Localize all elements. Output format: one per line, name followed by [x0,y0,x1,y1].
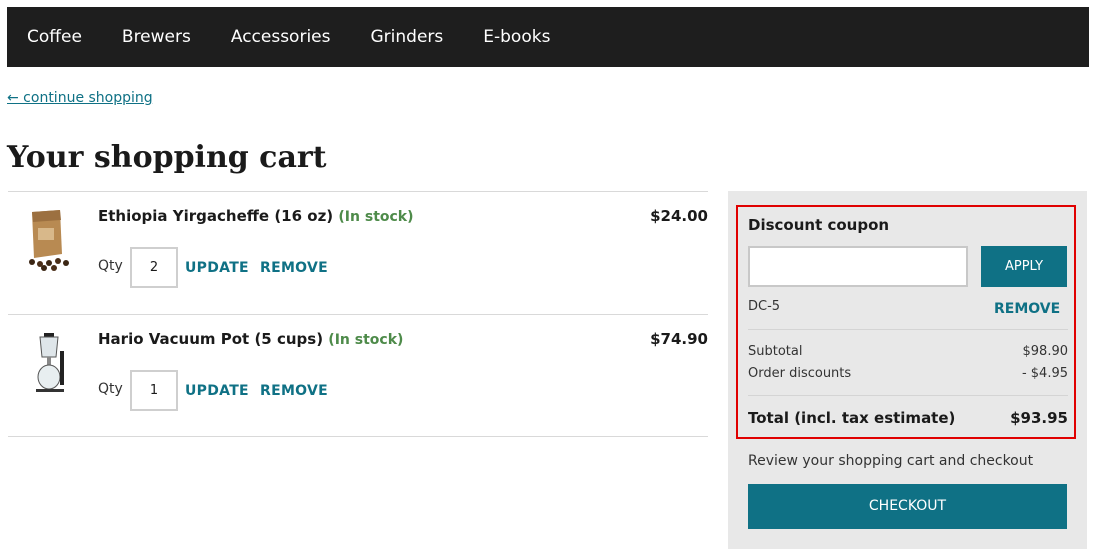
stock-status: (In stock) [338,209,414,225]
quantity-input[interactable]: 2 [130,247,178,288]
discount-value: - $4.95 [1021,366,1068,381]
page-title: Your shopping cart [7,140,327,175]
quantity-input[interactable]: 1 [130,370,178,411]
remove-button[interactable]: REMOVE [260,383,328,399]
update-button[interactable]: UPDATE [185,383,249,399]
cart-list: Ethiopia Yirgacheffe (16 oz) (In stock) … [8,191,708,437]
discount-label: Order discounts [748,366,852,381]
nav-item-accessories[interactable]: Accessories [231,27,331,47]
apply-coupon-button[interactable]: APPLY [981,246,1067,287]
nav-item-coffee[interactable]: Coffee [27,27,82,47]
coupon-summary-box: Discount coupon APPLY DC-5 REMOVE Subtot… [736,205,1076,439]
stock-status: (In stock) [328,332,404,348]
subtotal-row: Subtotal $98.90 [748,344,1068,359]
remove-coupon-button[interactable]: REMOVE [994,301,1060,317]
divider [748,329,1068,330]
vacuum-pot-icon [36,333,64,392]
nav-item-brewers[interactable]: Brewers [122,27,191,47]
checkout-button[interactable]: CHECKOUT [748,484,1067,529]
total-label: Total (incl. tax estimate) [748,409,956,427]
total-row: Total (incl. tax estimate) $93.95 [748,409,1068,427]
total-value: $93.95 [1010,409,1068,427]
applied-coupon-code: DC-5 [748,299,781,314]
cart-item: Ethiopia Yirgacheffe (16 oz) (In stock) … [8,191,708,314]
item-price: $74.90 [650,330,708,348]
nav-item-ebooks[interactable]: E-books [483,27,550,47]
review-text: Review your shopping cart and checkout [748,453,1034,469]
top-navigation: Coffee Brewers Accessories Grinders E-bo… [7,7,1089,67]
discount-row: Order discounts - $4.95 [748,366,1068,381]
item-price: $24.00 [650,207,708,225]
update-button[interactable]: UPDATE [185,260,249,276]
qty-label: Qty [98,381,123,397]
subtotal-value: $98.90 [1022,344,1069,359]
item-name[interactable]: Hario Vacuum Pot (5 cups) [98,330,323,348]
coupon-title: Discount coupon [748,216,890,234]
remove-button[interactable]: REMOVE [260,260,328,276]
qty-label: Qty [98,258,123,274]
item-title: Ethiopia Yirgacheffe (16 oz) (In stock) [98,207,414,225]
continue-shopping-link[interactable]: ← continue shopping [7,90,153,106]
subtotal-label: Subtotal [748,344,803,359]
coffee-bag-icon [29,210,69,271]
coupon-input[interactable] [748,246,968,287]
divider [748,395,1068,396]
nav-item-grinders[interactable]: Grinders [371,27,444,47]
item-title: Hario Vacuum Pot (5 cups) (In stock) [98,330,403,348]
cart-item: Hario Vacuum Pot (5 cups) (In stock) $74… [8,314,708,437]
item-name[interactable]: Ethiopia Yirgacheffe (16 oz) [98,207,333,225]
